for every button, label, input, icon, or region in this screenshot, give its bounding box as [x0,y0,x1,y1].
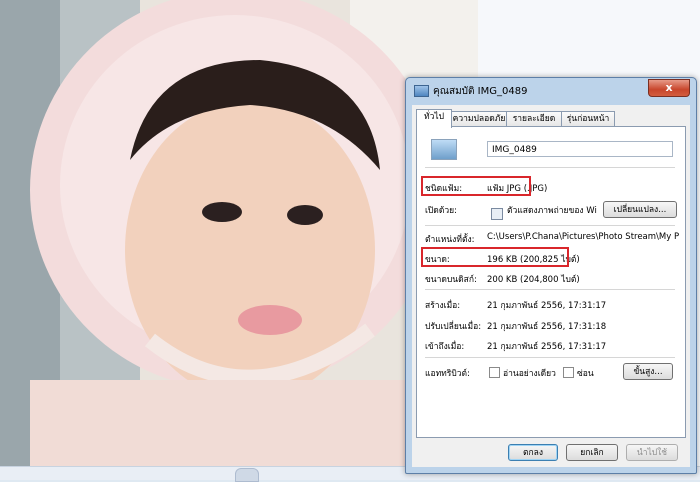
ok-button[interactable]: ตกลง [508,444,558,461]
opens-with-label: เปิดด้วย: [425,206,457,216]
tab-strip: ทั่วไป ความปลอดภัย รายละเอียด รุ่นก่อนหน… [416,109,686,128]
change-button[interactable]: เปลี่ยนแปลง... [603,201,677,218]
divider [425,289,675,290]
accessed-value: 21 กุมภาพันธ์ 2556, 17:31:17 [487,342,607,352]
location-value: C:\Users\P.Chana\Pictures\Photo Stream\M… [487,232,679,242]
tab-details[interactable]: รายละเอียด [506,111,562,127]
properties-dialog: คุณสมบัติ IMG_0489 x ทั่วไป ความปลอดภัย … [405,77,697,474]
file-name-field[interactable]: IMG_0489 [487,141,673,157]
general-panel: IMG_0489 ชนิดแฟ้ม: แฟ้ม JPG (.JPG) เปิดด… [416,126,686,438]
size-on-disk-value: 200 KB (204,800 ไบต์) [487,275,580,285]
accessed-label: เข้าถึงเมื่อ: [425,342,465,352]
dialog-client: ทั่วไป ความปลอดภัย รายละเอียด รุ่นก่อนหน… [412,105,690,467]
divider [425,167,675,168]
viewer-button[interactable] [235,468,259,482]
apply-button[interactable]: นำไปใช้ [626,444,678,461]
attributes-label: แอททริบิวต์: [425,369,470,379]
tab-previous-versions[interactable]: รุ่นก่อนหน้า [561,111,615,127]
image-file-icon [414,85,429,97]
divider [425,225,675,226]
advanced-button[interactable]: ขั้นสูง... [623,363,673,380]
type-highlight [421,176,531,196]
read-only-label: อ่านอย่างเดียว [503,369,556,379]
hidden-checkbox[interactable] [563,367,574,378]
modified-value: 21 กุมภาพันธ์ 2556, 17:31:18 [487,322,607,332]
divider [425,357,675,358]
created-value: 21 กุมภาพันธ์ 2556, 17:31:17 [487,301,607,311]
opens-with-value: ตัวแสดงภาพถ่ายของ Wi [507,206,597,216]
read-only-checkbox[interactable] [489,367,500,378]
tab-general[interactable]: ทั่วไป [416,109,452,128]
photo-viewer-icon [491,208,503,220]
modified-label: ปรับเปลี่ยนเมื่อ: [425,322,482,332]
created-label: สร้างเมื่อ: [425,301,461,311]
close-button[interactable]: x [648,79,690,97]
location-label: ตำแหน่งที่ตั้ง: [425,235,475,245]
dialog-title: คุณสมบัติ IMG_0489 [433,86,528,97]
hidden-label: ซ่อน [577,369,594,379]
cancel-button[interactable]: ยกเลิก [566,444,618,461]
title-bar[interactable]: คุณสมบัติ IMG_0489 x [406,78,696,102]
size-on-disk-label: ขนาดบนดิสก์: [425,275,477,285]
jpg-file-icon [431,139,457,160]
size-highlight [421,247,569,267]
tab-security[interactable]: ความปลอดภัย [451,111,507,127]
